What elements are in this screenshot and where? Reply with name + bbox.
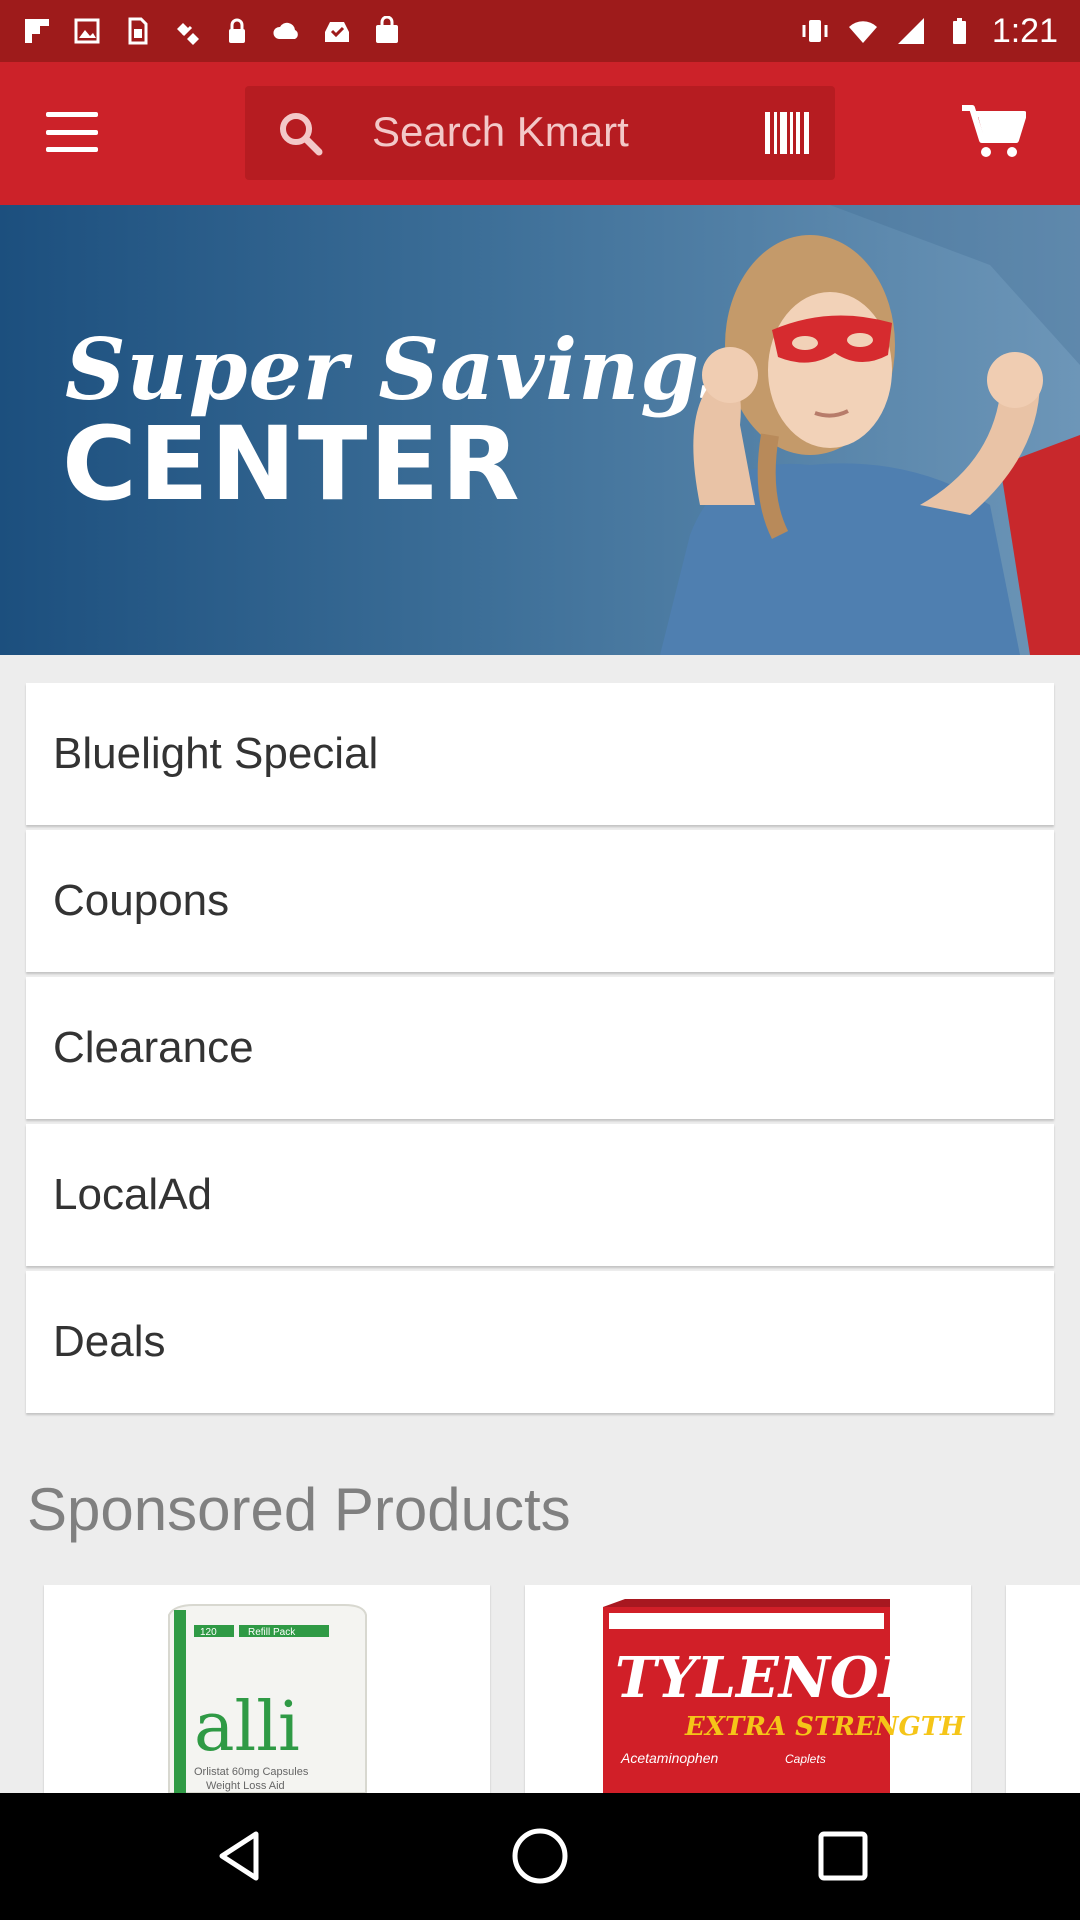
product-card-partial[interactable]	[1006, 1585, 1080, 1793]
barcode-scan-icon[interactable]	[765, 112, 809, 154]
system-navigation-bar	[0, 1793, 1080, 1920]
recent-apps-icon[interactable]	[813, 1826, 873, 1886]
menu-item-coupons[interactable]: Coupons	[26, 830, 1054, 972]
status-bar: 1:21	[0, 0, 1080, 62]
alli-product-image: Refill Pack 120 alli Orlistat 60mg Capsu…	[168, 1604, 367, 1793]
home-icon[interactable]	[510, 1826, 570, 1886]
search-icon	[280, 113, 323, 156]
status-system: 1:21	[800, 12, 1058, 51]
status-time: 1:21	[991, 11, 1058, 50]
search-placeholder: Search Kmart	[372, 108, 629, 155]
tylenol-form: Caplets	[785, 1752, 826, 1766]
superhero-girl-image	[660, 205, 1080, 655]
alli-badge: Refill Pack	[248, 1627, 296, 1638]
battery-icon	[952, 18, 966, 44]
wifi-icon	[848, 21, 877, 43]
lock-icon	[229, 18, 245, 43]
flipboard-icon	[25, 19, 49, 43]
menu-item-label: Bluelight Special	[53, 729, 379, 778]
menu-item-label: Clearance	[53, 1023, 254, 1072]
satellite-icon	[177, 23, 199, 45]
menu-item-clearance[interactable]: Clearance	[26, 977, 1054, 1119]
alli-brand: alli	[194, 1688, 300, 1767]
sim-card-icon	[128, 17, 148, 45]
hamburger-menu-icon[interactable]	[46, 106, 98, 158]
tylenol-product-image: TYLENOL EXTRA STRENGTH Acetaminophen Cap…	[603, 1599, 966, 1793]
menu-item-label: LocalAd	[53, 1170, 213, 1219]
tylenol-line: EXTRA STRENGTH	[684, 1712, 966, 1742]
alli-count: 120	[200, 1627, 217, 1638]
menu-item-label: Coupons	[53, 876, 230, 925]
back-icon[interactable]	[210, 1826, 270, 1886]
menu-item-bluelight-special[interactable]: Bluelight Special	[26, 683, 1054, 825]
inbox-check-icon	[325, 22, 349, 42]
app-bar: Search Kmart	[0, 62, 1080, 205]
promo-banner[interactable]: Super Savings CENTER	[0, 205, 1080, 655]
sponsored-products-heading: Sponsored Products	[27, 1476, 571, 1543]
cloud-icon	[273, 22, 298, 39]
product-card-alli[interactable]: Refill Pack 120 alli Orlistat 60mg Capsu…	[44, 1585, 490, 1793]
cart-icon[interactable]	[960, 104, 1026, 160]
menu-item-localad[interactable]: LocalAd	[26, 1124, 1054, 1266]
image-icon	[74, 18, 100, 44]
tylenol-detail: Acetaminophen	[620, 1750, 719, 1766]
tylenol-brand: TYLENOL	[615, 1645, 918, 1711]
product-card-tylenol[interactable]: TYLENOL EXTRA STRENGTH Acetaminophen Cap…	[525, 1585, 971, 1793]
savings-menu-list: Bluelight Special Coupons Clearance Loca…	[26, 683, 1054, 1418]
status-notifications	[22, 16, 402, 46]
shopping-bag-icon	[376, 16, 398, 43]
menu-item-deals[interactable]: Deals	[26, 1271, 1054, 1413]
sponsored-products-carousel[interactable]: Refill Pack 120 alli Orlistat 60mg Capsu…	[0, 1585, 1080, 1793]
search-input[interactable]: Search Kmart	[245, 86, 835, 180]
banner-title-line2: CENTER	[62, 405, 522, 524]
vibrate-icon	[802, 20, 828, 42]
signal-icon	[897, 18, 924, 44]
menu-item-label: Deals	[53, 1317, 166, 1366]
alli-subdetail: Weight Loss Aid	[206, 1780, 285, 1792]
alli-detail: Orlistat 60mg Capsules	[194, 1766, 309, 1778]
